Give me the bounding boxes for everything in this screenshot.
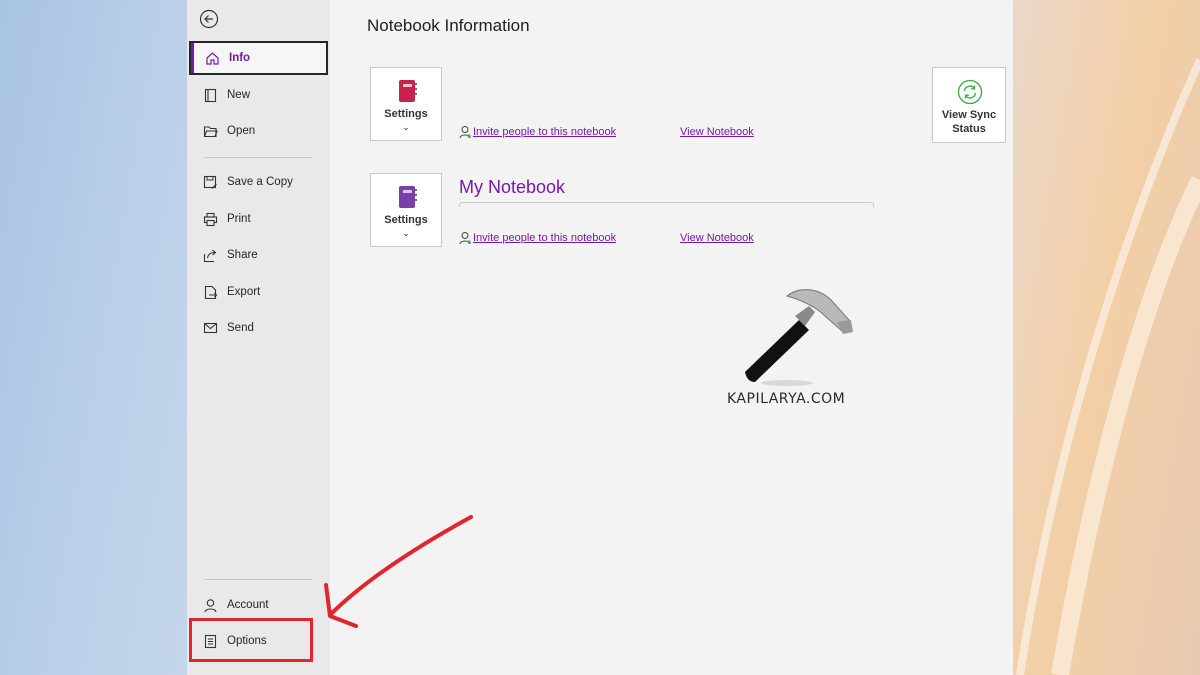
chevron-down-icon: ⌄ bbox=[402, 122, 410, 132]
nav-print[interactable]: Print bbox=[189, 202, 328, 236]
nav-account-label: Account bbox=[227, 599, 269, 611]
hammer-logo-icon bbox=[745, 289, 853, 386]
export-icon bbox=[202, 284, 219, 301]
nav-new[interactable]: New bbox=[189, 78, 328, 112]
back-arrow-icon bbox=[199, 9, 219, 29]
settings-label: Settings bbox=[384, 108, 428, 120]
nav-export[interactable]: Export bbox=[189, 275, 328, 309]
send-icon bbox=[202, 320, 219, 337]
printer-icon bbox=[202, 211, 219, 228]
nav-info[interactable]: Info bbox=[189, 41, 328, 75]
nav-save-a-copy-label: Save a Copy bbox=[227, 176, 293, 188]
active-indicator bbox=[191, 43, 194, 73]
nav-open[interactable]: Open bbox=[189, 114, 328, 148]
notebook-icon bbox=[399, 80, 417, 102]
nav-share-label: Share bbox=[227, 249, 258, 261]
share-icon bbox=[202, 247, 219, 264]
notebook-settings-button[interactable]: Settings ⌄ bbox=[370, 67, 442, 141]
person-icon bbox=[202, 597, 219, 614]
nav-new-label: New bbox=[227, 89, 251, 101]
nav-send[interactable]: Send bbox=[189, 311, 328, 345]
sync-icon bbox=[957, 79, 983, 105]
nav-share[interactable]: Share bbox=[189, 238, 328, 272]
nav-save-a-copy[interactable]: Save a Copy bbox=[189, 165, 328, 199]
page-title: Notebook Information bbox=[367, 16, 530, 35]
view-notebook-link[interactable]: View Notebook bbox=[680, 232, 754, 244]
invite-people-link[interactable]: Invite people to this notebook bbox=[473, 126, 616, 138]
sidebar-divider bbox=[204, 157, 312, 158]
person-add-icon bbox=[459, 232, 471, 245]
settings-label: Settings bbox=[384, 214, 428, 226]
options-highlight-box bbox=[189, 618, 313, 662]
notebook-icon bbox=[399, 186, 417, 208]
backstage-sidebar: Info New Open Save a Copy Print Share Ex… bbox=[187, 0, 330, 675]
nav-export-label: Export bbox=[227, 286, 261, 298]
sync-label-line2: Status bbox=[952, 123, 986, 135]
onenote-backstage-window: Info New Open Save a Copy Print Share Ex… bbox=[187, 0, 1013, 675]
person-add-icon bbox=[459, 126, 471, 139]
new-notebook-icon bbox=[202, 87, 219, 104]
watermark-text: KAPILARYA.COM bbox=[727, 391, 846, 407]
nav-open-label: Open bbox=[227, 125, 256, 137]
view-notebook-link[interactable]: View Notebook bbox=[680, 126, 754, 138]
save-copy-icon bbox=[202, 174, 219, 191]
nav-account[interactable]: Account bbox=[189, 588, 328, 622]
nav-send-label: Send bbox=[227, 322, 254, 334]
invite-people-link[interactable]: Invite people to this notebook bbox=[473, 232, 616, 244]
folder-open-icon bbox=[202, 123, 219, 140]
view-sync-status-button[interactable]: View Sync Status bbox=[932, 67, 1006, 143]
notebook-name[interactable]: My Notebook bbox=[459, 177, 565, 198]
back-button[interactable] bbox=[199, 9, 219, 29]
sync-label-line1: View Sync bbox=[941, 109, 997, 121]
sidebar-divider-bottom bbox=[204, 579, 312, 580]
nav-info-label: Info bbox=[229, 52, 251, 64]
home-icon bbox=[204, 50, 221, 67]
notebook-name-underline bbox=[459, 202, 874, 207]
sync-label: View Sync Status bbox=[933, 108, 1005, 136]
nav-print-label: Print bbox=[227, 213, 251, 225]
chevron-down-icon: ⌄ bbox=[402, 228, 410, 238]
notebook-settings-button[interactable]: Settings ⌄ bbox=[370, 173, 442, 247]
